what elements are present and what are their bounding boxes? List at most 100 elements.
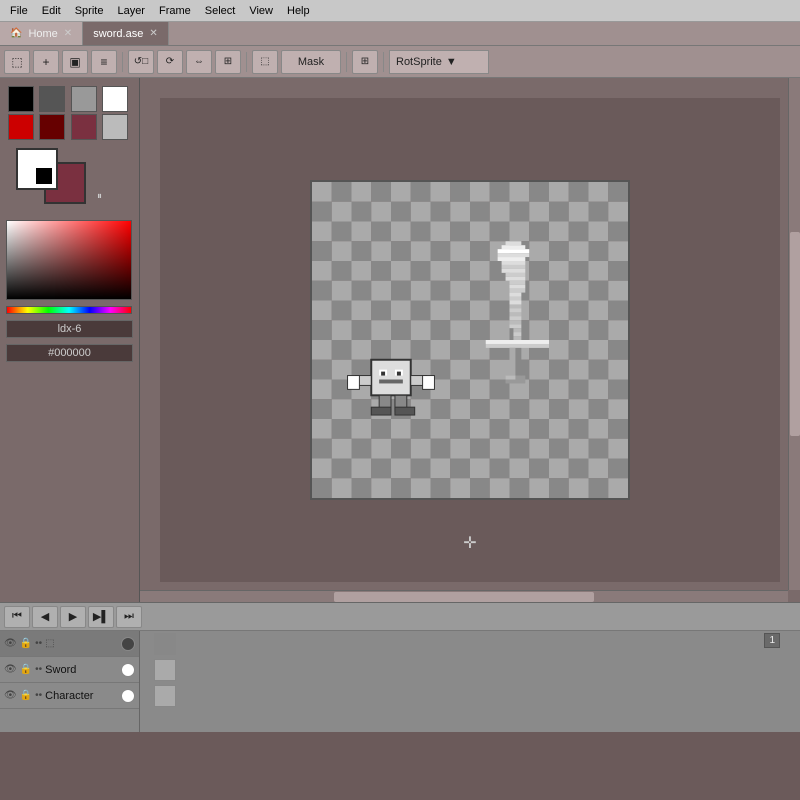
gradient-dark: [7, 221, 131, 299]
menu-sprite[interactable]: Sprite: [69, 3, 110, 19]
fg-color-box[interactable]: [16, 148, 58, 190]
toolbar-mask-button[interactable]: Mask: [281, 50, 341, 74]
toolbar-square-btn[interactable]: ▣: [62, 50, 88, 74]
frames-panel: 1: [140, 631, 800, 732]
layer-frame-icon: ⬚: [45, 638, 54, 649]
tab-sword-close[interactable]: ✕: [149, 28, 157, 39]
toolbar-sep-2: [246, 52, 247, 72]
tab-home-label: Home: [28, 28, 57, 40]
tab-home[interactable]: 🏠 Home ✕: [0, 22, 83, 45]
layer-lock-icon: 🔒: [20, 638, 32, 649]
toolbar-sep-4: [383, 52, 384, 72]
menu-file[interactable]: File: [4, 3, 34, 19]
layer-char-visibility[interactable]: [121, 689, 135, 703]
v-scrollbar[interactable]: [788, 78, 800, 590]
layer-char-lock-icon: 🔒: [20, 690, 32, 701]
layer-sword-name: Sword: [45, 664, 118, 676]
layer-sword-lock-icon: 🔒: [20, 664, 32, 675]
layer-sword-eye-icon: 👁: [4, 664, 17, 675]
menu-edit[interactable]: Edit: [36, 3, 67, 19]
layer-eye-icon: 👁: [4, 638, 17, 649]
toolbar-extra-btn[interactable]: ⊞: [215, 50, 241, 74]
toolbar-sep-1: [122, 52, 123, 72]
layers-panel: 👁 🔒 •• ⬚ 👁 🔒 •• Sword 👁 🔒 •• Characte: [0, 631, 140, 732]
swatch-lightgray[interactable]: [102, 114, 128, 140]
swatch-darkred[interactable]: [39, 114, 65, 140]
layer-row-character[interactable]: 👁 🔒 •• Character: [0, 683, 139, 709]
checker-canvas: ✛: [310, 180, 630, 500]
toolbar-new-btn[interactable]: ⬚: [4, 50, 30, 74]
tab-sword-label: sword.ase: [93, 28, 143, 40]
menu-frame[interactable]: Frame: [153, 3, 197, 19]
swatch-red[interactable]: [8, 114, 34, 140]
swatch-darkgray[interactable]: [39, 86, 65, 112]
menu-help[interactable]: Help: [281, 3, 316, 19]
hue-bar[interactable]: [6, 306, 132, 314]
fg-inner: [36, 168, 52, 184]
toolbar-transform-btn[interactable]: ↺□: [128, 50, 154, 74]
timeline-toolbar: ⏮ ◀ ▶ ▶▌ ⏭: [0, 603, 800, 631]
fg-bg-colors: ⏸: [16, 148, 86, 204]
toolbar-rotate-btn[interactable]: ⟳: [157, 50, 183, 74]
layer-row-sword[interactable]: 👁 🔒 •• Sword: [0, 657, 139, 683]
home-icon: 🏠: [10, 28, 22, 39]
layer-dots-icon: ••: [35, 638, 42, 649]
timeline-next-btn[interactable]: ▶▌: [88, 606, 114, 628]
toolbar-add-btn[interactable]: +: [33, 50, 59, 74]
toolbar-select-btn[interactable]: ⬚: [252, 50, 278, 74]
swatch-black[interactable]: [8, 86, 34, 112]
layer-sword-visibility[interactable]: [121, 663, 135, 677]
timeline-first-btn[interactable]: ⏮: [4, 606, 30, 628]
tab-sword[interactable]: sword.ase ✕: [83, 22, 169, 45]
swatch-gray[interactable]: [71, 86, 97, 112]
canvas-wrapper: ✛: [160, 98, 780, 582]
color-picker-gradient[interactable]: [6, 220, 132, 300]
toolbar: ⬚ + ▣ ≡ ↺□ ⟳ ⇔ ⊞ ⬚ Mask ⊞ RotSprite ▼: [0, 46, 800, 78]
timeline-last-btn[interactable]: ⏭: [116, 606, 142, 628]
toolbar-grid-btn[interactable]: ⊞: [352, 50, 378, 74]
menu-bar: File Edit Sprite Layer Frame Select View…: [0, 0, 800, 22]
swatch-white[interactable]: [102, 86, 128, 112]
hex-display: #000000: [6, 344, 133, 362]
menu-select[interactable]: Select: [199, 3, 242, 19]
toolbar-menu-btn[interactable]: ≡: [91, 50, 117, 74]
tab-home-close[interactable]: ✕: [64, 28, 72, 39]
h-scrollbar-thumb[interactable]: [334, 592, 593, 602]
mask-label: Mask: [298, 56, 324, 68]
timeline: ⏮ ◀ ▶ ▶▌ ⏭ 👁 🔒 •• ⬚ 👁 🔒 •• Sword: [0, 602, 800, 732]
tab-bar: 🏠 Home ✕ sword.ase ✕: [0, 22, 800, 46]
h-scrollbar[interactable]: [140, 590, 788, 602]
canvas-area: ✛: [140, 78, 800, 602]
toolbar-sep-3: [346, 52, 347, 72]
idx-value: ldx-6: [58, 323, 82, 335]
swatch-maroon[interactable]: [71, 114, 97, 140]
menu-layer[interactable]: Layer: [111, 3, 151, 19]
layer-char-name: Character: [45, 690, 118, 702]
timeline-prev-btn[interactable]: ◀: [32, 606, 58, 628]
idx-display[interactable]: ldx-6: [6, 320, 133, 338]
crosshair: ✛: [463, 533, 476, 553]
swatch-grid: [8, 86, 131, 140]
main-content: ⏸ ldx-6 #000000: [0, 78, 800, 602]
frame-cell-char[interactable]: [154, 685, 176, 707]
left-sidebar: ⏸ ldx-6 #000000: [0, 78, 140, 602]
timeline-play-btn[interactable]: ▶: [60, 606, 86, 628]
frame-cell-group[interactable]: [154, 633, 176, 655]
rotsprite-arrow: ▼: [446, 56, 457, 68]
checker-svg: [312, 182, 628, 498]
layers-container: 👁 🔒 •• ⬚ 👁 🔒 •• Sword 👁 🔒 •• Characte: [0, 631, 800, 732]
v-scrollbar-thumb[interactable]: [790, 232, 800, 437]
frame-cell-sword[interactable]: [154, 659, 176, 681]
frame-number: 1: [764, 633, 780, 648]
pause-icon: ⏸: [97, 191, 102, 202]
toolbar-flip-btn[interactable]: ⇔: [186, 50, 212, 74]
layer-group-visibility[interactable]: [121, 637, 135, 651]
menu-view[interactable]: View: [243, 3, 279, 19]
hex-value: #000000: [48, 347, 91, 359]
layer-row-group[interactable]: 👁 🔒 •• ⬚: [0, 631, 139, 657]
layer-sword-dots-icon: ••: [35, 664, 42, 675]
rotsprite-label: RotSprite: [396, 56, 442, 68]
toolbar-rotsprite-selector[interactable]: RotSprite ▼: [389, 50, 489, 74]
layer-char-dots-icon: ••: [35, 690, 42, 701]
color-swatches: ⏸: [0, 78, 139, 216]
